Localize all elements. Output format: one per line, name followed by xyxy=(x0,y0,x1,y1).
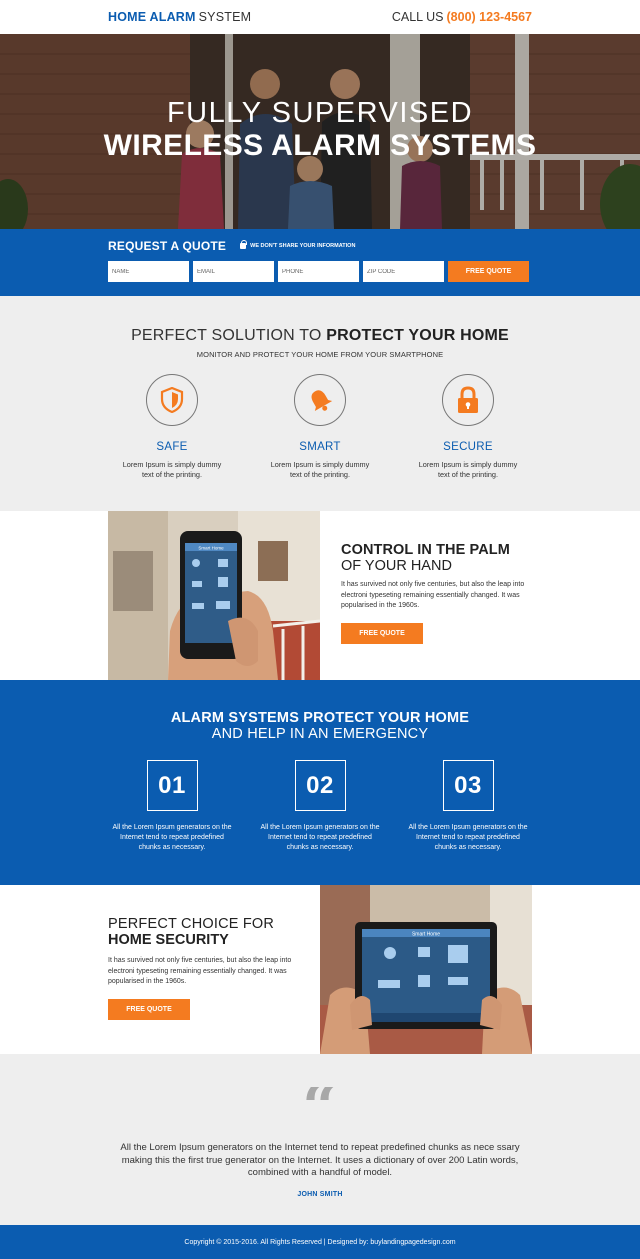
step-number: 03 xyxy=(442,760,494,811)
privacy-note-text: WE DON'T SHARE YOUR INFORMATION xyxy=(250,243,356,249)
step-item: 02 All the Lorem Ipsum generators on the… xyxy=(258,760,383,853)
step-number: 02 xyxy=(294,760,346,811)
free-quote-submit-button[interactable]: FREE QUOTE xyxy=(448,261,529,282)
shield-icon xyxy=(146,374,198,426)
choice-heading-light: PERFECT CHOICE FOR xyxy=(108,916,275,932)
solution-title-bold: PROTECT YOUR HOME xyxy=(326,327,509,344)
call-us: CALL US (800) 123-4567 xyxy=(392,10,532,24)
padlock-icon xyxy=(240,240,248,249)
phone-field[interactable] xyxy=(278,261,359,282)
control-text-block: CONTROL IN THE PALM OF YOUR HAND It has … xyxy=(341,542,541,644)
step-text: All the Lorem Ipsum generators on the In… xyxy=(408,824,528,851)
choice-body: It has survived not only five centuries,… xyxy=(108,957,292,985)
call-label: CALL US xyxy=(391,10,444,24)
solution-subtitle: MONITOR AND PROTECT YOUR HOME FROM YOUR … xyxy=(196,350,444,359)
testimonial-section: “ All the Lorem Ipsum generators on the … xyxy=(0,1054,640,1226)
choice-text-block: PERFECT CHOICE FOR HOME SECURITY It has … xyxy=(108,916,308,1020)
logo-light-text: SYSTEM xyxy=(198,10,252,24)
step-number: 01 xyxy=(146,760,198,811)
hand-holding-phone-image: Smart Home xyxy=(108,511,320,680)
solution-title-light: PERFECT SOLUTION TO xyxy=(131,327,322,344)
zip-code-field[interactable] xyxy=(363,261,444,282)
logo-bold-text: HOME ALARM xyxy=(108,10,196,24)
feature-name: SMART xyxy=(299,441,341,453)
control-free-quote-button[interactable]: FREE QUOTE xyxy=(341,622,423,644)
step-text: All the Lorem Ipsum generators on the In… xyxy=(112,824,232,851)
alarm-steps: 01 All the Lorem Ipsum generators on the… xyxy=(0,760,640,853)
feature-name: SECURE xyxy=(443,441,493,453)
feature-safe: SAFE Lorem Ipsum is simply dummy text of… xyxy=(123,374,222,480)
email-field[interactable] xyxy=(193,261,274,282)
testimonial-quote: All the Lorem Ipsum generators on the In… xyxy=(120,1142,520,1178)
feature-secure: SECURE Lorem Ipsum is simply dummy text … xyxy=(419,374,518,480)
hero-title-line1: FULLY SUPERVISED xyxy=(166,97,474,129)
choice-free-quote-button[interactable]: FREE QUOTE xyxy=(108,998,190,1020)
feature-list: SAFE Lorem Ipsum is simply dummy text of… xyxy=(0,374,640,480)
name-field[interactable] xyxy=(108,261,189,282)
solution-section: PERFECT SOLUTION TO PROTECT YOUR HOME MO… xyxy=(0,296,640,511)
quote-form-fields: FREE QUOTE xyxy=(108,261,532,282)
step-item: 03 All the Lorem Ipsum generators on the… xyxy=(406,760,531,853)
tablet-screen-title: Smart Home xyxy=(412,932,440,938)
quote-form-header: REQUEST A QUOTE WE DON'T SHARE YOUR INFO… xyxy=(108,239,532,253)
hero-banner: FULLY SUPERVISED WIRELESS ALARM SYSTEMS xyxy=(0,34,640,229)
quote-form-title: REQUEST A QUOTE xyxy=(108,239,227,253)
phone-screen-title: Smart Home xyxy=(198,546,224,551)
feature-smart: SMART Lorem Ipsum is simply dummy text o… xyxy=(271,374,370,480)
control-heading-light: OF YOUR HAND xyxy=(341,558,452,574)
feature-text: Lorem Ipsum is simply dummy text of the … xyxy=(418,460,518,479)
testimonial-author: JOHN SMITH xyxy=(297,1190,343,1198)
step-item: 01 All the Lorem Ipsum generators on the… xyxy=(110,760,235,853)
step-text: All the Lorem Ipsum generators on the In… xyxy=(260,824,380,851)
bell-icon xyxy=(294,374,346,426)
alarm-heading-bold: ALARM SYSTEMS PROTECT YOUR HOME xyxy=(170,710,470,726)
choice-section: PERFECT CHOICE FOR HOME SECURITY It has … xyxy=(0,885,640,1054)
feature-text: Lorem Ipsum is simply dummy text of the … xyxy=(122,460,222,479)
site-logo[interactable]: HOME ALARM SYSTEM xyxy=(108,10,251,24)
alarm-heading-light: AND HELP IN AN EMERGENCY xyxy=(211,726,429,742)
phone-number-link[interactable]: (800) 123-4567 xyxy=(447,10,532,24)
feature-text: Lorem Ipsum is simply dummy text of the … xyxy=(270,460,370,479)
control-section: Smart Home CONTROL IN THE PALM OF YOUR H… xyxy=(0,511,640,680)
site-header: HOME ALARM SYSTEM CALL US (800) 123-4567 xyxy=(0,0,640,34)
control-heading-bold: CONTROL IN THE PALM xyxy=(341,542,510,558)
solution-title: PERFECT SOLUTION TO PROTECT YOUR HOME xyxy=(0,327,640,345)
hands-holding-tablet-image: Smart Home xyxy=(320,885,532,1054)
feature-name: SAFE xyxy=(156,441,188,453)
alarm-systems-section: ALARM SYSTEMS PROTECT YOUR HOME AND HELP… xyxy=(0,680,640,885)
quote-mark-icon: “ xyxy=(302,1087,338,1127)
site-footer: Copyright © 2015-2016. All Rights Reserv… xyxy=(0,1225,640,1259)
quote-form: REQUEST A QUOTE WE DON'T SHARE YOUR INFO… xyxy=(0,229,640,296)
hero-title-line2: WIRELESS ALARM SYSTEMS xyxy=(103,129,537,162)
privacy-note: WE DON'T SHARE YOUR INFORMATION xyxy=(240,240,356,249)
hero-title: FULLY SUPERVISED WIRELESS ALARM SYSTEMS xyxy=(0,97,640,163)
footer-copyright: Copyright © 2015-2016. All Rights Reserv… xyxy=(184,1238,456,1246)
lock-icon xyxy=(442,374,494,426)
control-body: It has survived not only five centuries,… xyxy=(341,581,525,609)
choice-heading-bold: HOME SECURITY xyxy=(108,932,229,948)
